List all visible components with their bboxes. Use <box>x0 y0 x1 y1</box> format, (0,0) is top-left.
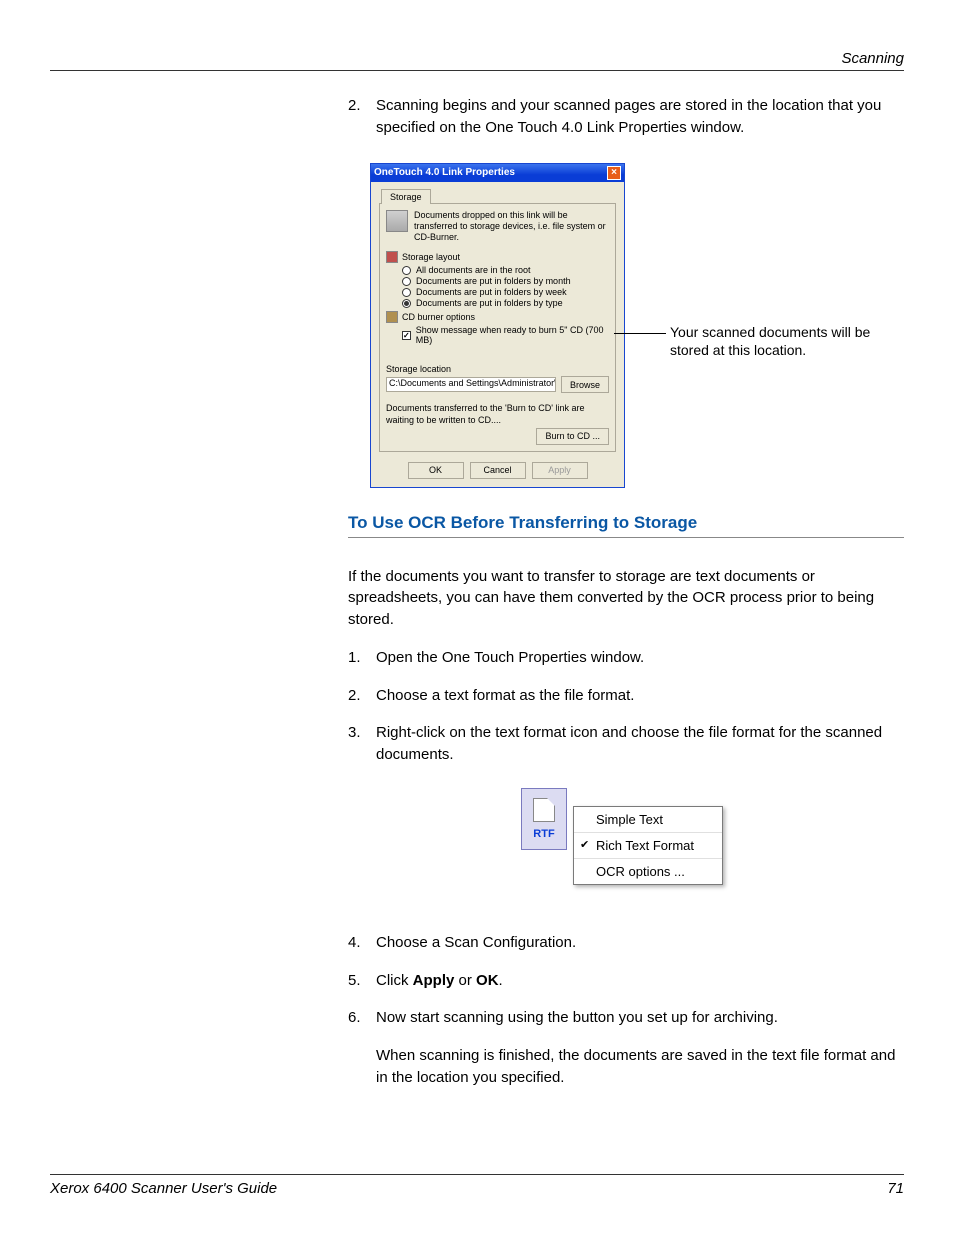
step-number: 6. <box>348 1007 376 1029</box>
ocr-step-6: 6. Now start scanning using the button y… <box>348 1007 904 1029</box>
step-text: Now start scanning using the button you … <box>376 1007 778 1029</box>
ocr-step-5: 5. Click Apply or OK. <box>348 970 904 992</box>
step-text: Open the One Touch Properties window. <box>376 647 644 669</box>
storage-panel: Documents dropped on this link will be t… <box>379 203 616 452</box>
storage-location-label: Storage location <box>386 364 609 374</box>
ocr-step-4: 4. Choose a Scan Configuration. <box>348 932 904 954</box>
storage-device-icon <box>386 210 408 232</box>
radio-icon <box>402 299 411 308</box>
text-format-context-menu-figure: RTF Simple Text Rich Text Format OCR opt… <box>348 788 904 908</box>
header-section: Scanning <box>841 50 904 67</box>
apply-button[interactable]: Apply <box>532 462 588 479</box>
menu-item-ocr-options[interactable]: OCR options ... <box>574 859 722 884</box>
step-text: Choose a Scan Configuration. <box>376 932 576 954</box>
radio-by-week[interactable]: Documents are put in folders by week <box>402 287 609 297</box>
step-number: 4. <box>348 932 376 954</box>
checkbox-label: Show message when ready to burn 5" CD (7… <box>416 325 609 345</box>
cd-burner-icon <box>386 311 398 323</box>
footer-guide-title: Xerox 6400 Scanner User's Guide <box>50 1180 277 1197</box>
ocr-step-1: 1. Open the One Touch Properties window. <box>348 647 904 669</box>
properties-dialog-figure: OneTouch 4.0 Link Properties × Storage D… <box>370 163 904 483</box>
ocr-result-paragraph: When scanning is finished, the documents… <box>376 1045 904 1089</box>
rtf-label: RTF <box>533 828 554 840</box>
radio-icon <box>402 277 411 286</box>
step-text: Right-click on the text format icon and … <box>376 722 904 766</box>
step-text: Scanning begins and your scanned pages a… <box>376 95 904 139</box>
cd-burner-label: CD burner options <box>402 312 475 322</box>
header-rule <box>50 70 904 71</box>
storage-layout-icon <box>386 251 398 263</box>
browse-button[interactable]: Browse <box>561 376 609 393</box>
ocr-step-3: 3. Right-click on the text format icon a… <box>348 722 904 766</box>
footer-page-number: 71 <box>887 1180 904 1197</box>
radio-by-month[interactable]: Documents are put in folders by month <box>402 276 609 286</box>
panel-description: Documents dropped on this link will be t… <box>414 210 609 244</box>
tab-storage[interactable]: Storage <box>381 189 431 204</box>
step-number: 2. <box>348 95 376 139</box>
ocr-step-2: 2. Choose a text format as the file form… <box>348 685 904 707</box>
storage-layout-label: Storage layout <box>402 252 460 262</box>
menu-item-rich-text-format[interactable]: Rich Text Format <box>574 833 722 859</box>
dialog-titlebar: OneTouch 4.0 Link Properties × <box>371 164 624 182</box>
callout-text: Your scanned documents will be stored at… <box>670 323 910 361</box>
radio-icon <box>402 266 411 275</box>
rtf-format-icon[interactable]: RTF <box>521 788 567 850</box>
step-number: 2. <box>348 685 376 707</box>
step-text: Click Apply or OK. <box>376 970 503 992</box>
radio-by-type[interactable]: Documents are put in folders by type <box>402 298 609 308</box>
step-number: 3. <box>348 722 376 766</box>
storage-location-input[interactable]: C:\Documents and Settings\Administrator\… <box>386 377 556 392</box>
step-text: Choose a text format as the file format. <box>376 685 634 707</box>
radio-label: Documents are put in folders by month <box>416 276 571 286</box>
close-icon[interactable]: × <box>607 166 621 180</box>
content-column: 2. Scanning begins and your scanned page… <box>348 95 904 1105</box>
checkbox-burn-message[interactable]: ✓ Show message when ready to burn 5" CD … <box>402 325 609 345</box>
step-number: 5. <box>348 970 376 992</box>
radio-all-root[interactable]: All documents are in the root <box>402 265 609 275</box>
format-context-menu: Simple Text Rich Text Format OCR options… <box>573 806 723 885</box>
intro-step-2: 2. Scanning begins and your scanned page… <box>348 95 904 139</box>
radio-label: Documents are put in folders by type <box>416 298 563 308</box>
burn-to-cd-button[interactable]: Burn to CD ... <box>536 428 609 445</box>
radio-icon <box>402 288 411 297</box>
step-number: 1. <box>348 647 376 669</box>
document-icon <box>533 798 555 822</box>
ocr-intro-paragraph: If the documents you want to transfer to… <box>348 566 904 631</box>
checkbox-icon: ✓ <box>402 331 411 340</box>
callout-leader-line <box>614 333 666 334</box>
cancel-button[interactable]: Cancel <box>470 462 526 479</box>
onetouch-link-properties-dialog: OneTouch 4.0 Link Properties × Storage D… <box>370 163 625 488</box>
ok-button[interactable]: OK <box>408 462 464 479</box>
radio-label: Documents are put in folders by week <box>416 287 567 297</box>
menu-item-simple-text[interactable]: Simple Text <box>574 807 722 833</box>
radio-label: All documents are in the root <box>416 265 531 275</box>
dialog-title: OneTouch 4.0 Link Properties <box>374 167 515 178</box>
burn-note: Documents transferred to the 'Burn to CD… <box>386 403 609 426</box>
footer-rule <box>50 1174 904 1175</box>
section-heading-ocr: To Use OCR Before Transferring to Storag… <box>348 513 904 538</box>
